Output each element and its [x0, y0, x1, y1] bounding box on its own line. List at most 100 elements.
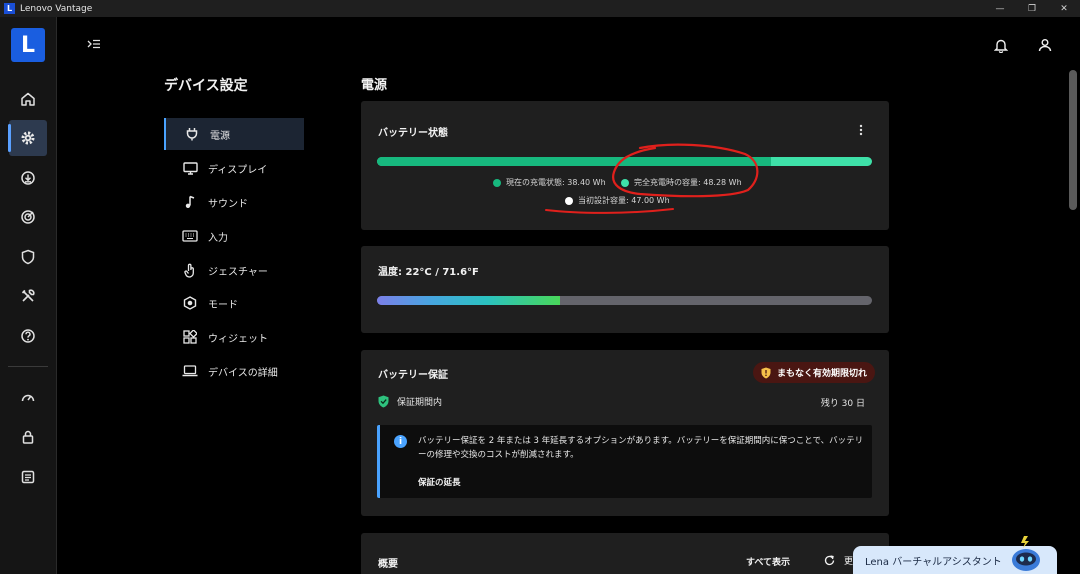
- rail-divider: [8, 366, 48, 367]
- refresh-label: 更: [844, 557, 854, 567]
- rail-performance-button[interactable]: [9, 380, 47, 416]
- minimize-button[interactable]: —: [984, 0, 1016, 17]
- nav-item-label: ディスプレイ: [208, 164, 268, 176]
- download-icon: [21, 171, 35, 185]
- notifications-button[interactable]: [991, 35, 1011, 55]
- extend-warranty-link[interactable]: 保証の延長: [418, 476, 461, 488]
- nav-item-power[interactable]: 電源: [164, 118, 304, 150]
- battery-warranty-title: バッテリー保証: [378, 370, 448, 381]
- nav-item-label: サウンド: [208, 198, 248, 210]
- device-settings-title: デバイス設定: [164, 78, 248, 94]
- nav-item-label: モード: [208, 299, 238, 311]
- warning-shield-icon: [761, 367, 771, 378]
- app-logo-icon: L: [4, 3, 15, 14]
- radar-icon: [21, 210, 35, 224]
- legend-dot-current: [493, 178, 501, 187]
- maximize-button[interactable]: ❐: [1016, 0, 1048, 17]
- rail-help-button[interactable]: [9, 318, 47, 354]
- collapse-menu-icon: [87, 39, 100, 49]
- gesture-hand-icon: [182, 262, 198, 278]
- battery-capacity-bar: [377, 157, 872, 166]
- nav-item-mode[interactable]: モード: [164, 287, 304, 319]
- legend-full-capacity-label: 完全充電時の容量: 48.28 Wh: [634, 178, 742, 187]
- rail-device-settings-button[interactable]: [8, 120, 47, 156]
- virtual-assistant-button[interactable]: Lena バーチャルアシスタント: [853, 536, 1057, 574]
- battery-current-charge-fill: [377, 157, 771, 166]
- nav-item-label: 入力: [208, 232, 228, 244]
- page-title: 電源: [361, 78, 388, 93]
- tools-icon: [21, 289, 35, 302]
- info-icon: i: [394, 435, 407, 448]
- nav-item-label: ウィジェット: [208, 333, 268, 345]
- music-note-icon: [182, 194, 198, 210]
- nav-item-sound[interactable]: サウンド: [164, 186, 304, 218]
- check-shield-icon: [378, 395, 389, 408]
- rail-security-button[interactable]: [9, 239, 47, 275]
- help-icon: [21, 329, 35, 343]
- rail-updates-button[interactable]: [9, 160, 47, 196]
- battery-status-title: バッテリー状態: [378, 128, 448, 139]
- refresh-button[interactable]: 更: [824, 554, 853, 567]
- nav-item-input[interactable]: 入力: [164, 220, 304, 252]
- legend-design-capacity: 当初設計容量: 47.00 Wh: [565, 195, 670, 206]
- home-icon: [21, 92, 35, 106]
- nav-item-device-details[interactable]: デバイスの詳細: [164, 355, 304, 387]
- window-controls: — ❐ ✕: [984, 0, 1080, 17]
- warranty-remaining: 残り 30 日: [820, 399, 865, 409]
- warranty-info-text: バッテリー保証を 2 年または 3 年延長するオプションがあります。バッテリーを…: [418, 436, 864, 460]
- warranty-status: 保証期間内: [378, 395, 442, 408]
- laptop-icon: [182, 363, 198, 379]
- rail-tools-button[interactable]: [9, 278, 47, 314]
- close-button[interactable]: ✕: [1048, 0, 1080, 17]
- more-vertical-icon: [859, 124, 863, 136]
- temperature-title: 温度: 22°C / 71.6°F: [378, 267, 479, 278]
- gear-icon: [21, 131, 35, 145]
- nav-item-widget[interactable]: ウィジェット: [164, 321, 304, 353]
- temperature-level-fill: [377, 296, 561, 305]
- monitor-icon: [182, 160, 198, 176]
- robot-assistant-icon: [1012, 536, 1040, 571]
- temperature-bar: [377, 296, 872, 305]
- badge-label: まもなく有効期限切れ: [777, 369, 868, 379]
- legend-dot-full: [621, 178, 629, 187]
- temperature-card: 温度: 22°C / 71.6°F: [361, 246, 889, 333]
- nav-item-display[interactable]: ディスプレイ: [164, 152, 304, 184]
- title-bar: L Lenovo Vantage — ❐ ✕: [0, 0, 1080, 17]
- legend-full-capacity: 完全充電時の容量: 48.28 Wh: [621, 177, 742, 188]
- rail-smart-button[interactable]: [9, 199, 47, 235]
- battery-warranty-card: バッテリー保証 まもなく有効期限切れ 保証期間内 残り 30 日 i バッテリー…: [361, 350, 889, 516]
- nav-item-label: ジェスチャー: [208, 266, 268, 278]
- collapse-menu-button[interactable]: [84, 36, 104, 54]
- battery-status-card: バッテリー状態 現在の充電状態: 38.40 Wh 完全充電時の容量: 48.2…: [361, 101, 889, 230]
- account-button[interactable]: [1035, 35, 1055, 55]
- window-title: Lenovo Vantage: [20, 3, 93, 14]
- rail-home-button[interactable]: [9, 81, 47, 117]
- rail-apps-button[interactable]: [9, 459, 47, 495]
- warranty-expiring-badge: まもなく有効期限切れ: [753, 362, 876, 383]
- more-options-button[interactable]: [855, 123, 867, 137]
- show-all-link[interactable]: すべて表示: [746, 555, 790, 568]
- power-plug-icon: [184, 126, 200, 142]
- overview-title: 概要: [378, 559, 398, 570]
- lock-icon: [22, 430, 34, 444]
- legend-dot-design: [565, 196, 573, 205]
- nav-item-label: デバイスの詳細: [208, 367, 278, 379]
- user-icon: [1038, 39, 1052, 52]
- legend-current-charge-label: 現在の充電状態: 38.40 Wh: [506, 178, 606, 187]
- assistant-label: Lena バーチャルアシスタント: [865, 556, 1002, 568]
- bell-icon: [994, 39, 1008, 53]
- lenovo-logo[interactable]: L: [11, 28, 45, 62]
- widget-grid-icon: [182, 329, 198, 345]
- main-scrollbar[interactable]: [1069, 70, 1077, 210]
- warranty-info-box: i バッテリー保証を 2 年または 3 年延長するオプションがあります。バッテリ…: [377, 425, 872, 498]
- legend-design-capacity-label: 当初設計容量: 47.00 Wh: [578, 196, 670, 205]
- nav-item-gesture[interactable]: ジェスチャー: [164, 254, 304, 286]
- app-icon: [21, 470, 35, 484]
- refresh-icon: [824, 555, 835, 566]
- left-rail: L: [0, 17, 57, 574]
- keyboard-icon: [182, 228, 198, 244]
- speedometer-icon: [21, 394, 35, 402]
- warranty-status-label: 保証期間内: [397, 398, 443, 408]
- rail-privacy-button[interactable]: [9, 419, 47, 455]
- mode-hexagon-icon: [182, 295, 198, 311]
